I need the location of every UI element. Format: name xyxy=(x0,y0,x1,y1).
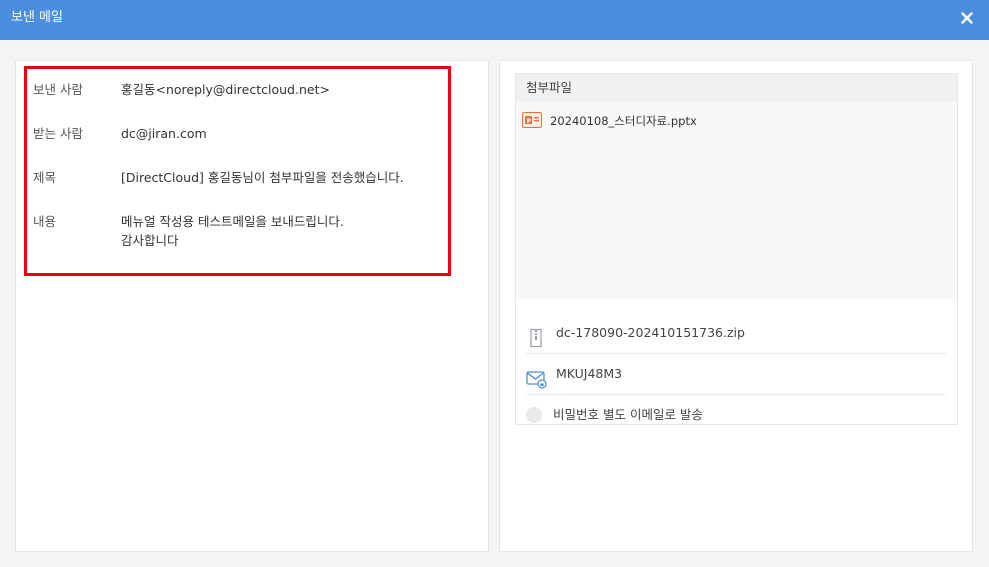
mail-lock-icon xyxy=(526,364,547,389)
archive-name: dc-178090-202410151736.zip xyxy=(556,325,745,340)
window-titlebar: 보낸 메일 xyxy=(0,0,989,40)
pptx-file-icon: P xyxy=(522,112,542,128)
window-title: 보낸 메일 xyxy=(11,10,63,25)
mail-info-panel: 보낸 사람 홍길동<noreply@directcloud.net> 받는 사람… xyxy=(15,60,489,552)
zip-file-icon xyxy=(526,323,546,348)
body-line-2: 감사합니다 xyxy=(121,233,179,248)
attachment-panel: 첨부파일 P 20240108_스터디자료.pptx dc-178090-202… xyxy=(499,60,973,552)
send-password-row: 비밀번호 별도 이메일로 발송 xyxy=(526,394,946,435)
body-line-1: 메뉴얼 작성용 테스트메일을 보내드립니다. xyxy=(121,214,344,229)
sender-value: 홍길동<noreply@directcloud.net> xyxy=(121,82,330,97)
sender-label: 보낸 사람 xyxy=(33,82,83,97)
subject-value: [DirectCloud] 홍길동님이 첨부파일을 전송했습니다. xyxy=(121,170,404,185)
password-value: MKUJ48M3 xyxy=(556,366,623,381)
close-icon[interactable] xyxy=(959,10,975,26)
body-value: 메뉴얼 작성용 테스트메일을 보내드립니다. 감사합니다 xyxy=(121,212,441,250)
password-row: MKUJ48M3 xyxy=(526,353,946,395)
body-label: 내용 xyxy=(33,214,57,229)
attachment-file-list: P 20240108_스터디자료.pptx xyxy=(516,102,957,299)
archive-row: dc-178090-202410151736.zip xyxy=(526,312,946,354)
mail-info-highlight: 보낸 사람 홍길동<noreply@directcloud.net> 받는 사람… xyxy=(24,66,451,276)
svg-text:P: P xyxy=(527,117,532,125)
send-password-radio[interactable] xyxy=(526,407,542,423)
attachment-box: 첨부파일 P 20240108_스터디자료.pptx dc-178090-202… xyxy=(515,73,958,425)
send-password-label[interactable]: 비밀번호 별도 이메일로 발송 xyxy=(553,394,703,435)
attachment-header: 첨부파일 xyxy=(516,74,957,102)
attachment-header-label: 첨부파일 xyxy=(526,80,573,95)
recipient-value: dc@jiran.com xyxy=(121,126,207,141)
subject-label: 제목 xyxy=(33,170,57,185)
file-name: 20240108_스터디자료.pptx xyxy=(550,114,697,128)
recipient-label: 받는 사람 xyxy=(33,126,83,141)
